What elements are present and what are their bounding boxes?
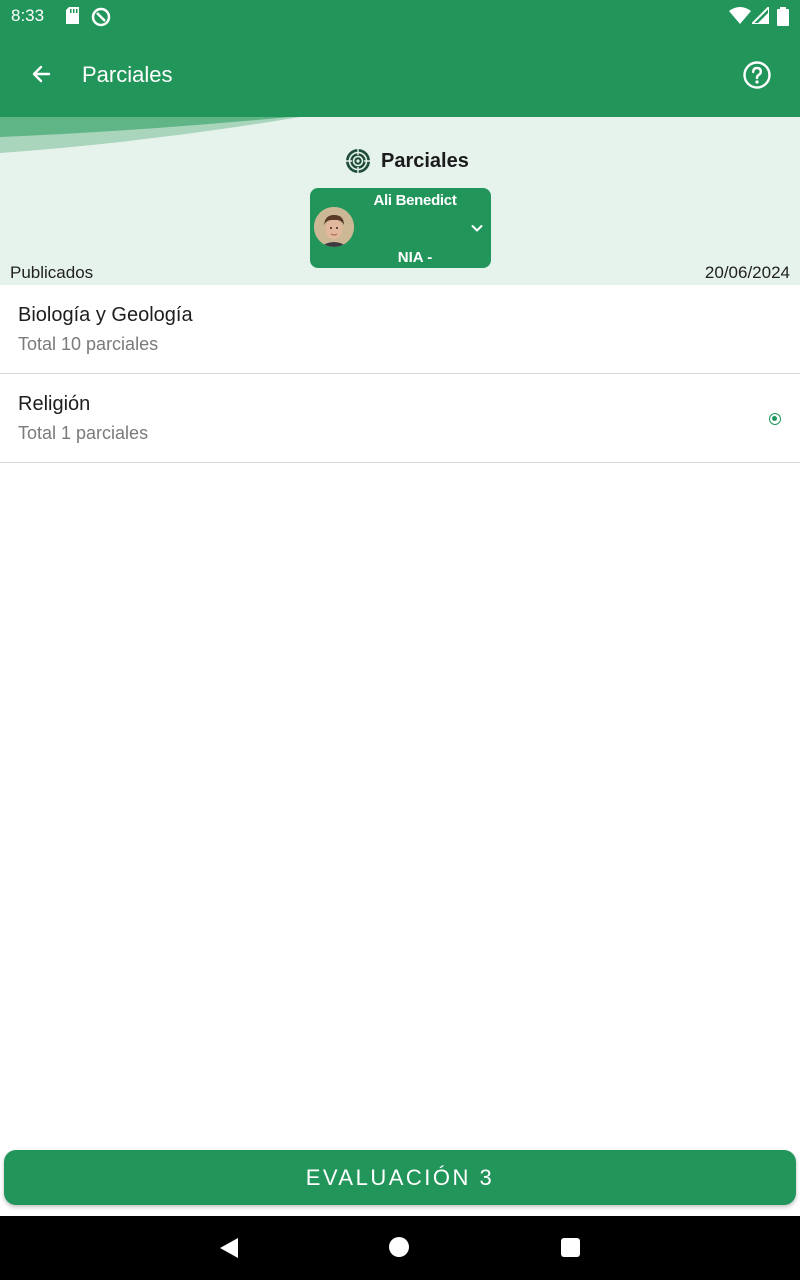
list-item[interactable]: Religión Total 1 parciales: [0, 374, 800, 463]
cell-signal-icon: [752, 7, 769, 24]
sd-card-icon: [66, 7, 79, 24]
avatar: [314, 207, 354, 247]
section-title: Parciales: [345, 148, 469, 174]
evaluation-button[interactable]: EVALUACIÓN 3: [4, 1150, 796, 1205]
student-name: Ali Benedict: [373, 192, 457, 209]
nav-recents-icon[interactable]: [561, 1238, 580, 1257]
wifi-icon: [729, 7, 751, 24]
app-bar: Parciales: [0, 32, 800, 117]
selected-indicator: [769, 413, 781, 425]
subject-count: Total 1 parciales: [18, 423, 149, 443]
battery-icon: [777, 7, 789, 26]
back-arrow-icon[interactable]: [26, 59, 56, 89]
chevron-down-icon: [471, 225, 483, 232]
help-icon[interactable]: [741, 59, 773, 91]
section-title-text: Parciales: [381, 149, 469, 172]
header-panel: Parciales Ali Benedict NIA - Publicados …: [0, 117, 800, 285]
nav-back-icon[interactable]: [219, 1237, 239, 1259]
status-time: 8:33: [11, 6, 45, 25]
list-item[interactable]: Biología y Geología Total 10 parciales: [0, 285, 800, 374]
student-nia: NIA -: [397, 249, 433, 266]
nav-home-icon[interactable]: [389, 1237, 409, 1257]
subject-name: Biología y Geología: [18, 304, 193, 326]
published-label: Publicados: [10, 263, 94, 282]
data-saver-icon: [91, 7, 111, 27]
subject-list: Biología y Geología Total 10 parciales R…: [0, 285, 800, 463]
target-icon: [346, 149, 370, 173]
system-nav-bar: [0, 1216, 800, 1280]
publish-date: 20/06/2024: [704, 263, 790, 282]
status-bar: 8:33: [0, 0, 800, 32]
app-title: Parciales: [82, 62, 173, 87]
screen: 8:33 Parciales Parciales Ali Benedict NI…: [0, 0, 800, 1280]
subject-name: Religión: [18, 393, 91, 415]
student-selector[interactable]: Ali Benedict NIA -: [310, 188, 491, 268]
subject-count: Total 10 parciales: [18, 334, 159, 354]
